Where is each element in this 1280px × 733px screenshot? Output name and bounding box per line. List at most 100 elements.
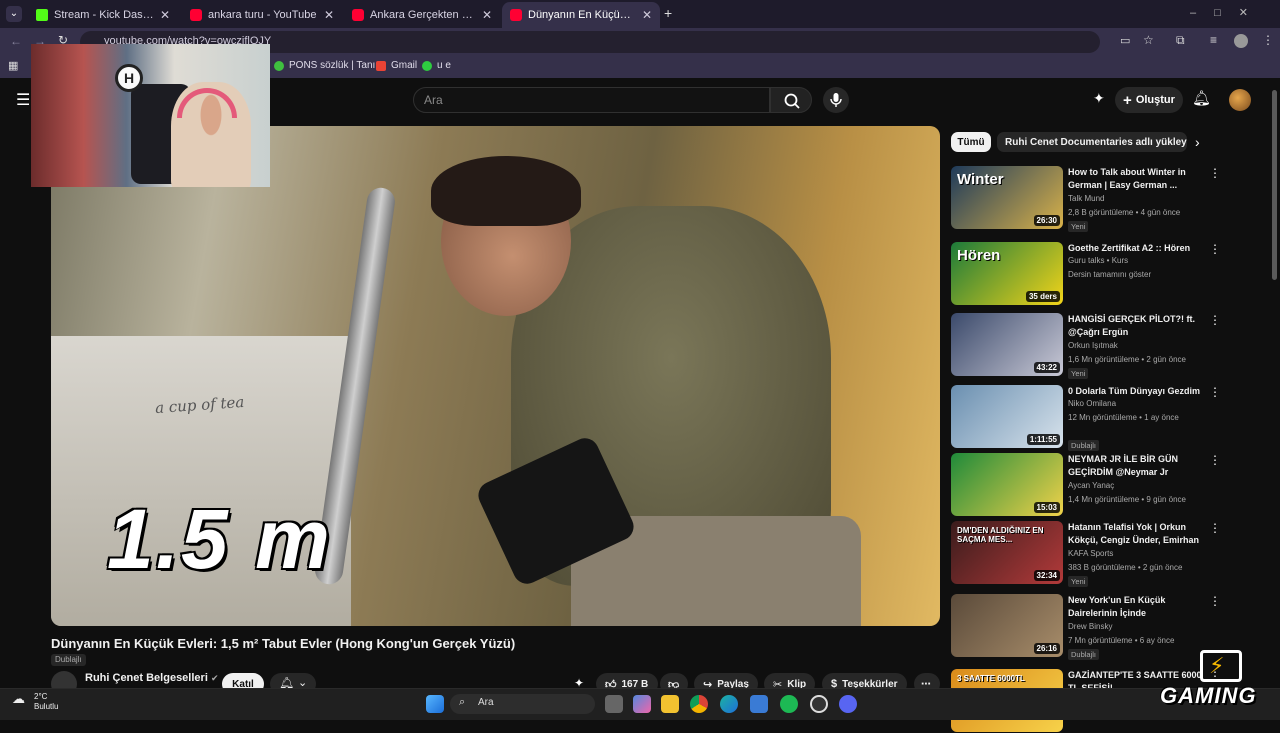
edge-icon[interactable] — [720, 695, 738, 713]
gemini-icon[interactable]: ✦ — [1093, 90, 1105, 107]
recommended-video[interactable]: 15:03 NEYMAR JR İLE BİR GÜN GEÇİRDİM @Ney… — [951, 453, 1221, 517]
recommended-video[interactable]: 43:22 HANGİSİ GERÇEK PİLOT?! ft. @Çağrı E… — [951, 313, 1221, 379]
tab-search-button[interactable]: ⌄ — [6, 6, 22, 22]
tab-label: Dünyanın En Küçük Evleri: 1,5 m — [528, 9, 636, 21]
dubbed-badge: Dublajlı — [51, 654, 86, 666]
back-icon[interactable]: ← — [10, 34, 22, 48]
video-meta: 12 Mn görüntüleme • 1 ay önce — [1068, 413, 1179, 422]
create-button[interactable]: + Oluştur — [1115, 87, 1183, 113]
weather-widget[interactable]: ☁ 2°C Bulutlu — [12, 692, 58, 712]
bookmark-ue[interactable]: u e — [422, 60, 451, 71]
extensions-icon[interactable]: ⧉ — [1176, 33, 1185, 48]
close-icon[interactable]: ✕ — [324, 8, 334, 22]
video-badge: Yeni — [1068, 221, 1089, 232]
tab-label: Stream - Kick Dashboard — [54, 9, 154, 21]
channel-name: Niko Omilana — [1068, 399, 1117, 408]
more-vertical-icon[interactable]: ⋮ — [1209, 313, 1221, 327]
search-button[interactable] — [770, 87, 812, 113]
more-vertical-icon[interactable]: ⋮ — [1209, 166, 1221, 180]
window-controls[interactable]: –□✕ — [1190, 6, 1266, 19]
video-title: NEYMAR JR İLE BİR GÜN GEÇİRDİM @Neymar J… — [1068, 454, 1179, 477]
bookmark-pons[interactable]: PONS sözlük | Tanı... — [274, 60, 384, 71]
video-thumbnail[interactable]: 15:03 — [951, 453, 1063, 516]
thumbnail-text: 3 SAATTE 6000TL — [957, 674, 1025, 683]
video-thumbnail[interactable]: 43:22 — [951, 313, 1063, 376]
create-label: Oluştur — [1135, 94, 1175, 106]
file-explorer-icon[interactable] — [661, 695, 679, 713]
tab-ankara-turu[interactable]: ankara turu - YouTube ✕ — [182, 2, 342, 28]
chip-channel[interactable]: Ruhi Cenet Documentaries adlı yükleyicid… — [997, 132, 1187, 152]
channel-name: Orkun Işıtmak — [1068, 341, 1118, 350]
video-title: How to Talk about Winter in German | Eas… — [1068, 167, 1186, 190]
recommended-video[interactable]: DM'DEN ALDIĞINIZ EN SAÇMA MES... 32:34 Hat… — [951, 521, 1221, 587]
bookmark-label: u e — [437, 60, 451, 71]
recommended-video[interactable]: Winter 26:30 How to Talk about Winter in G… — [951, 166, 1221, 232]
taskbar-search[interactable]: ⌕ Ara — [450, 694, 595, 714]
more-vertical-icon[interactable]: ⋮ — [1209, 385, 1221, 399]
video-title: Goethe Zertifikat A2 :: Hören — [1068, 243, 1191, 253]
chip-all[interactable]: Tümü — [951, 132, 991, 152]
youtube-icon — [352, 9, 364, 21]
chrome-icon[interactable] — [690, 695, 708, 713]
star-icon[interactable]: ☆ — [1143, 33, 1154, 47]
reading-list-icon[interactable]: ≡ — [1210, 33, 1217, 47]
copilot-icon[interactable] — [633, 695, 651, 713]
menu-icon[interactable]: ⋮ — [1262, 33, 1274, 47]
page-scrollbar[interactable] — [1272, 90, 1277, 280]
profile-icon[interactable] — [1234, 34, 1248, 48]
discord-icon[interactable] — [839, 695, 857, 713]
duration-badge: 15:03 — [1033, 502, 1060, 513]
video-title: New York'un En Küçük Dairelerinin İçinde — [1068, 595, 1166, 618]
video-meta: 7 Mn görüntüleme • 6 ay önce — [1068, 636, 1175, 645]
tab-dunyanin-en-kucuk[interactable]: Dünyanın En Küçük Evleri: 1,5 m ✕ — [502, 2, 660, 28]
youtube-icon — [510, 9, 522, 21]
thumbnail-text: Hören — [957, 247, 1001, 264]
tab-kick-dashboard[interactable]: Stream - Kick Dashboard ✕ — [28, 2, 178, 28]
channel-name[interactable]: Ruhi Çenet Belgeselleri ✔ — [85, 672, 218, 684]
notifications-bell-icon[interactable]: 🔔︎ — [1192, 89, 1211, 107]
windows-start-icon[interactable] — [426, 695, 444, 713]
task-view-icon[interactable] — [605, 695, 623, 713]
close-icon[interactable]: ✕ — [642, 8, 652, 22]
recommended-video[interactable]: Hören 35 ders Goethe Zertifikat A2 :: Höre… — [951, 242, 1221, 306]
duration-badge: 26:30 — [1033, 215, 1060, 226]
video-badge: Dublajlı — [1068, 440, 1100, 451]
close-icon[interactable]: ✕ — [160, 8, 170, 22]
voice-search-button[interactable] — [823, 87, 849, 113]
more-vertical-icon[interactable]: ⋮ — [1209, 594, 1221, 608]
video-thumbnail[interactable]: 1:11:55 — [951, 385, 1063, 448]
close-icon[interactable]: ✕ — [482, 8, 492, 22]
spotify-icon[interactable] — [780, 695, 798, 713]
video-thumbnail[interactable]: Winter 26:30 — [951, 166, 1063, 229]
video-badge: Yeni — [1068, 368, 1089, 379]
lightning-icon: ⚡ — [1209, 653, 1225, 678]
store-icon[interactable] — [750, 695, 768, 713]
search-icon — [784, 93, 800, 109]
video-meta: Dersin tamamını göster — [1068, 270, 1152, 279]
channel-name: Aycan Yanaç — [1068, 481, 1115, 490]
bookmark-gmail[interactable]: Gmail — [376, 60, 417, 71]
tab-ankara-sikici[interactable]: Ankara Gerçekten Sıkıcı mı? (Yo ✕ — [344, 2, 500, 28]
more-vertical-icon[interactable]: ⋮ — [1209, 242, 1221, 256]
recommended-video[interactable]: 1:11:55 0 Dolarla Tüm Dünyayı Gezdim Niko … — [951, 385, 1221, 451]
video-thumbnail[interactable]: Hören 35 ders — [951, 242, 1063, 305]
more-vertical-icon[interactable]: ⋮ — [1209, 521, 1221, 535]
chevron-right-icon[interactable]: › — [1195, 134, 1200, 150]
new-tab-button[interactable]: + — [664, 5, 672, 21]
recommended-video[interactable]: 26:16 New York'un En Küçük Dairelerinin İ… — [951, 594, 1221, 660]
video-thumbnail[interactable]: 26:16 — [951, 594, 1063, 657]
video-thumbnail[interactable]: DM'DEN ALDIĞINIZ EN SAÇMA MES... 32:34 — [951, 521, 1063, 584]
weather-desc: Bulutlu — [34, 702, 59, 711]
apps-icon[interactable]: ▦ — [8, 59, 18, 72]
account-avatar[interactable] — [1229, 89, 1251, 111]
obs-icon[interactable] — [810, 695, 828, 713]
search-input[interactable]: Ara — [413, 87, 770, 113]
tab-label: Ankara Gerçekten Sıkıcı mı? (Yo — [370, 9, 476, 21]
bookmark-label: PONS sözlük | Tanı... — [289, 60, 384, 71]
cast-icon[interactable]: ▭ — [1120, 34, 1130, 47]
gaming-watermark: GAMING — [1160, 683, 1257, 708]
hamburger-menu-icon[interactable]: ☰ — [16, 90, 30, 110]
video-title: Hatanın Telafisi Yok | Orkun Kökçü, Ceng… — [1068, 522, 1200, 545]
more-vertical-icon[interactable]: ⋮ — [1209, 453, 1221, 467]
video-player[interactable]: a cup of tea 1.5 m — [51, 126, 940, 626]
